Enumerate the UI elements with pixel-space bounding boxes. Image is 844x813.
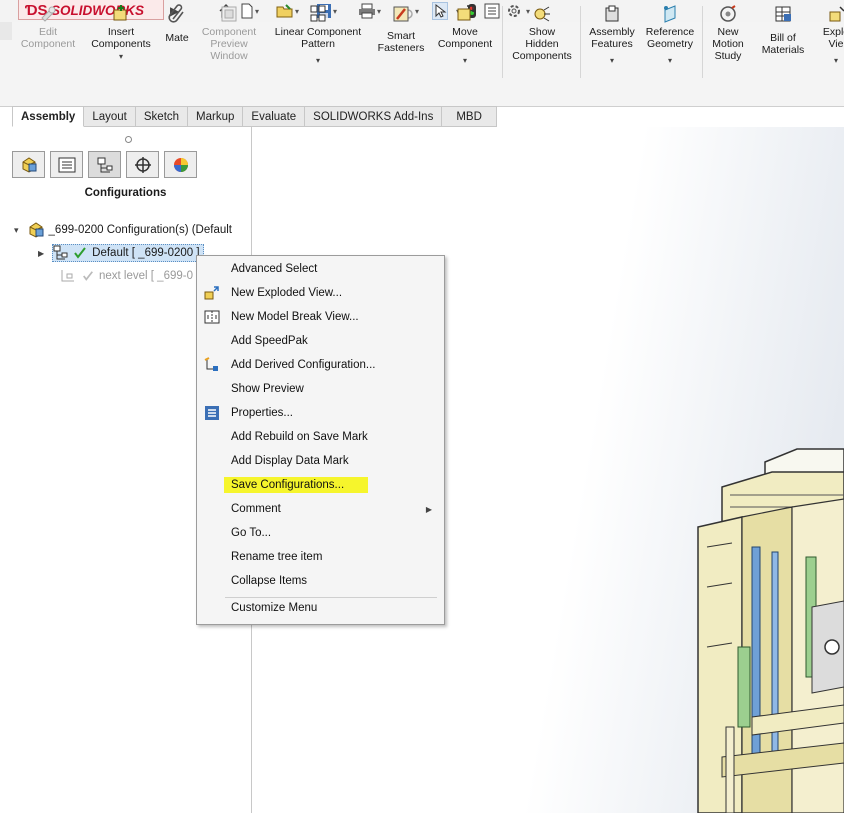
- derived-config-icon: [204, 357, 218, 371]
- smart-fasteners-icon: [393, 6, 409, 22]
- tab-assembly[interactable]: Assembly: [12, 106, 85, 127]
- properties-icon: [205, 406, 219, 420]
- motion-study-icon: [720, 5, 736, 22]
- configuration-icon: [53, 245, 68, 260]
- bill-of-materials-button[interactable]: Bill of Materials: [754, 4, 812, 82]
- insert-components-dropdown-icon[interactable]: ▾: [119, 52, 123, 62]
- mate-button[interactable]: Mate: [160, 4, 194, 82]
- submenu-arrow-icon: ▶: [425, 504, 432, 514]
- tree-item-next-level[interactable]: next level [ _699-0: [60, 267, 193, 285]
- toolbar-divider: [580, 6, 581, 78]
- tab-solidworks-add-ins[interactable]: SOLIDWORKS Add-Ins: [305, 106, 443, 127]
- tab-sketch[interactable]: Sketch: [135, 106, 189, 127]
- reference-geometry-icon: [664, 5, 676, 23]
- reference-geometry-dropdown-icon[interactable]: ▾: [668, 56, 672, 66]
- menu-item-go-to[interactable]: Go To...: [197, 521, 444, 545]
- edit-component-button[interactable]: Edit Component: [16, 4, 80, 82]
- tab-markup[interactable]: Markup: [188, 106, 244, 127]
- menu-item-new-exploded-view[interactable]: New Exploded View...: [197, 281, 444, 305]
- model-break-icon: [204, 310, 220, 324]
- smart-fasteners-button[interactable]: Smart Fasteners: [374, 4, 428, 82]
- toolbar-divider: [702, 6, 703, 78]
- move-component-icon: [457, 5, 474, 21]
- menu-item-rename-tree-item[interactable]: Rename tree item: [197, 545, 444, 569]
- mate-paperclip-icon: [168, 4, 184, 23]
- preview-window-icon: [221, 6, 237, 22]
- property-manager-tab[interactable]: [50, 151, 83, 178]
- move-component-dropdown-icon[interactable]: ▾: [463, 56, 467, 66]
- assembly-features-icon: [605, 5, 619, 22]
- configuration-manager-icon: [97, 157, 112, 172]
- dimxpert-crosshair-icon: [134, 156, 151, 173]
- exploded-view-icon: [204, 286, 219, 300]
- menu-item-advanced-select[interactable]: Advanced Select: [197, 257, 444, 281]
- expand-caret-icon[interactable]: ▶: [38, 249, 44, 258]
- menu-item-comment[interactable]: Comment ▶: [197, 497, 444, 521]
- menu-item-customize-menu[interactable]: Customize Menu: [197, 596, 444, 620]
- menu-item-collapse-items[interactable]: Collapse Items: [197, 569, 444, 593]
- tab-evaluate[interactable]: Evaluate: [243, 106, 306, 127]
- assembly-features-button[interactable]: Assembly Features ▾: [584, 4, 640, 82]
- edit-component-icon: [41, 6, 56, 22]
- tree-item-default-selection[interactable]: Default [ _699-0200 ]: [52, 244, 204, 262]
- property-manager-icon: [58, 157, 75, 172]
- context-menu: Advanced Select New Exploded View... New…: [196, 255, 445, 625]
- tree-root-row[interactable]: ▾ _699-0200 Configuration(s) (Default: [14, 221, 232, 239]
- component-preview-window-button[interactable]: Component Preview Window: [198, 4, 260, 82]
- assembly-features-dropdown-icon[interactable]: ▾: [610, 56, 614, 66]
- tree-item-default[interactable]: ▶ Default [ _699-0200 ]: [38, 244, 204, 262]
- tab-layout[interactable]: Layout: [84, 106, 136, 127]
- active-checkmark-icon: [74, 247, 86, 259]
- exploded-view-button[interactable]: Explo Vie ▾: [816, 4, 844, 82]
- command-manager-edge: [0, 22, 12, 40]
- menu-item-add-speedpak[interactable]: Add SpeedPak: [197, 329, 444, 353]
- reference-geometry-button[interactable]: Reference Geometry ▾: [642, 4, 698, 82]
- collapse-caret-icon[interactable]: ▾: [14, 225, 19, 236]
- command-manager-tabs: Assembly Layout Sketch Markup Evaluate S…: [12, 106, 497, 127]
- new-motion-study-button[interactable]: New Motion Study: [706, 4, 750, 82]
- toolbar-divider: [502, 6, 503, 78]
- menu-item-properties[interactable]: Properties...: [197, 401, 444, 425]
- dimxpert-manager-tab[interactable]: [126, 151, 159, 178]
- menu-item-add-rebuild-on-save-mark[interactable]: Add Rebuild on Save Mark: [197, 425, 444, 449]
- assembly-icon: [22, 156, 36, 173]
- manager-tabs: [12, 151, 197, 178]
- show-hidden-components-button[interactable]: Show Hidden Components: [506, 4, 578, 82]
- linear-component-pattern-button[interactable]: Linear Component Pattern ▾: [266, 4, 370, 82]
- exploded-view-dropdown-icon[interactable]: ▾: [834, 56, 838, 66]
- linear-pattern-icon: [310, 5, 326, 22]
- linear-pattern-dropdown-icon[interactable]: ▾: [316, 56, 320, 66]
- assembly-icon: [29, 222, 44, 238]
- exploded-view-icon: [829, 6, 844, 22]
- move-component-button[interactable]: Move Component ▾: [432, 4, 498, 82]
- tree-item-next-level-label: next level [ _699-0: [99, 270, 193, 282]
- tree-root-label: _699-0200 Configuration(s) (Default: [48, 224, 232, 236]
- insert-components-button[interactable]: Insert Components ▾: [84, 4, 158, 82]
- feature-manager-tab[interactable]: [12, 151, 45, 178]
- show-hidden-icon: [534, 6, 550, 22]
- menu-item-save-configurations[interactable]: Save Configurations...: [197, 473, 444, 497]
- configuration-manager-tab[interactable]: [88, 151, 121, 178]
- derived-configuration-icon: [61, 270, 74, 282]
- panel-pin-icon[interactable]: [125, 136, 132, 143]
- insert-components-icon: [113, 5, 127, 21]
- menu-item-add-display-data-mark[interactable]: Add Display Data Mark: [197, 449, 444, 473]
- display-manager-icon: [173, 157, 188, 172]
- tab-mbd[interactable]: MBD: [442, 106, 497, 127]
- menu-item-new-model-break-view[interactable]: New Model Break View...: [197, 305, 444, 329]
- display-manager-tab[interactable]: [164, 151, 197, 178]
- tree-item-default-label: Default [ _699-0200 ]: [92, 247, 200, 259]
- menu-item-add-derived-configuration[interactable]: Add Derived Configuration...: [197, 353, 444, 377]
- inactive-checkmark-icon: [83, 271, 93, 281]
- menu-item-show-preview[interactable]: Show Preview: [197, 377, 444, 401]
- panel-title: Configurations: [84, 187, 167, 199]
- bill-of-materials-icon: [775, 6, 791, 22]
